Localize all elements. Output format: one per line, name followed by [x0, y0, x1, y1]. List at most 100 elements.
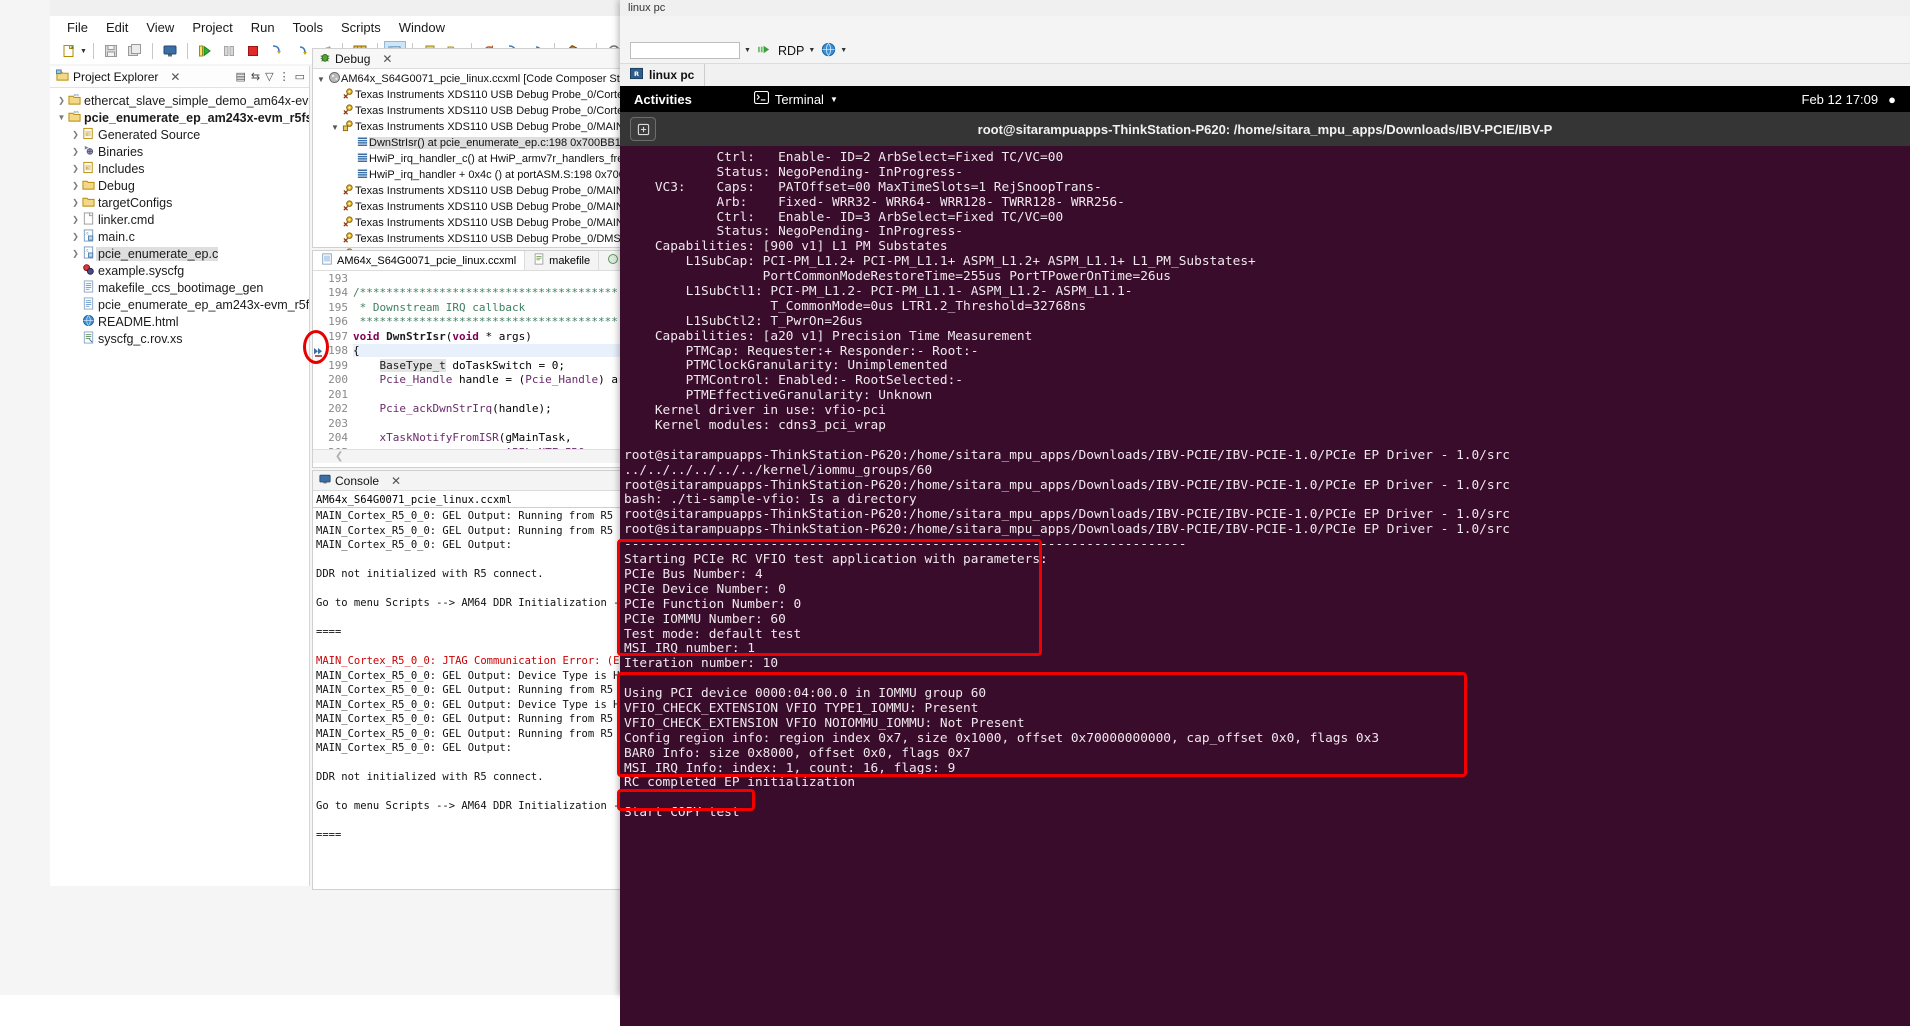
code-line[interactable]: 198 {: [313, 344, 621, 359]
project-explorer-item[interactable]: ❯ ccs ethercat_slave_simple_demo_am64x-evm…: [50, 92, 309, 109]
step-over-icon[interactable]: [290, 41, 312, 61]
debug-tree-item[interactable]: ▼ Texas Instruments XDS110 USB Debug Prob…: [313, 119, 621, 135]
project-explorer-item[interactable]: makefile_ccs_bootimage_gen: [50, 279, 309, 296]
view-menu-icon[interactable]: ⋮: [279, 70, 290, 83]
minimize-icon[interactable]: ▭: [295, 70, 305, 83]
chevron-right-icon[interactable]: ❯: [70, 181, 81, 190]
save-icon[interactable]: [100, 41, 122, 61]
debug-tree-item[interactable]: Texas Instruments XDS110 USB Debug Probe…: [313, 183, 621, 199]
code-line[interactable]: 201: [313, 387, 621, 402]
debug-tree-item[interactable]: HwiP_irq_handler + 0x4c () at portASM.S:…: [313, 167, 621, 183]
chevron-right-icon[interactable]: ❯: [70, 249, 81, 258]
code-line[interactable]: 202 Pcie_ackDwnStrIrq(handle);: [313, 402, 621, 417]
new-file-dropdown-caret-icon[interactable]: ▼: [80, 48, 87, 55]
debug-tree-item[interactable]: Texas Instruments XDS110 USB Debug Probe…: [313, 87, 621, 103]
project-explorer-item[interactable]: ❯ c Generated Source: [50, 126, 309, 143]
debug-tree-item[interactable]: DwnStrIsr() at pcie_enumerate_ep.c:198 0…: [313, 135, 621, 151]
code-line[interactable]: 197 void DwnStrIsr(void * args): [313, 329, 621, 344]
console-output[interactable]: MAIN_Cortex_R5_0_0: GEL Output: Running …: [313, 508, 621, 844]
project-explorer-item[interactable]: ❯ .c main.c: [50, 228, 309, 245]
menu-tools[interactable]: Tools: [284, 18, 332, 37]
chevron-down-icon[interactable]: ▼: [315, 75, 327, 84]
debug-tree-item[interactable]: ▼ AM64x_S64G0071_pcie_linux.ccxml [Code C…: [313, 71, 621, 87]
project-explorer-item[interactable]: ❯ h Includes: [50, 160, 309, 177]
close-icon[interactable]: ✕: [170, 70, 180, 84]
scroll-left-chevron-icon[interactable]: ❮: [335, 451, 343, 462]
code-line[interactable]: 204 xTaskNotifyFromISR(gMainTask,: [313, 431, 621, 446]
menu-edit[interactable]: Edit: [97, 18, 137, 37]
debug-tree-item[interactable]: Texas Instruments XDS110 USB Debug Probe…: [313, 215, 621, 231]
protocol-dropdown-caret-icon[interactable]: ▼: [808, 47, 815, 54]
activities-button[interactable]: Activities: [634, 92, 692, 107]
tab-project-explorer[interactable]: Project Explorer ✕: [56, 68, 180, 85]
globe-dropdown-caret-icon[interactable]: ▼: [840, 47, 847, 54]
editor-source-area[interactable]: 193 194 /*********************************…: [313, 271, 621, 449]
console-icon[interactable]: [159, 41, 181, 61]
chevron-right-icon[interactable]: ❯: [70, 164, 81, 173]
rdp-address-input[interactable]: [630, 42, 740, 59]
link-with-editor-icon[interactable]: ⇆: [251, 70, 260, 83]
chevron-right-icon[interactable]: ❯: [56, 96, 67, 105]
chevron-down-icon[interactable]: ▼: [329, 123, 341, 132]
project-explorer-item[interactable]: pcie_enumerate_ep_am243x-evm_r5fss0-0_fr…: [50, 296, 309, 313]
debug-tree-item[interactable]: Texas Instruments XDS110 USB Debug Probe…: [313, 199, 621, 215]
chevron-right-icon[interactable]: ❯: [70, 198, 81, 207]
tab-ccxml[interactable]: AM64x_S64G0071_pcie_linux.ccxml: [313, 251, 526, 270]
project-explorer-tree[interactable]: ❯ ccs ethercat_slave_simple_demo_am64x-evm…: [50, 88, 309, 347]
debug-tree-item[interactable]: HwiP_irq_handler_c() at HwiP_armv7r_hand…: [313, 151, 621, 167]
menu-file[interactable]: File: [58, 18, 97, 37]
chevron-right-icon[interactable]: ❯: [70, 130, 81, 139]
menu-project[interactable]: Project: [183, 18, 241, 37]
gnome-app-menu[interactable]: Terminal ▼: [753, 90, 838, 107]
menu-scripts[interactable]: Scripts: [332, 18, 390, 37]
view-filter-icon[interactable]: ▽: [265, 70, 273, 83]
new-file-icon[interactable]: [58, 41, 80, 61]
chevron-right-icon[interactable]: ❯: [70, 232, 81, 241]
menu-view[interactable]: View: [137, 18, 183, 37]
globe-icon[interactable]: [821, 42, 836, 60]
project-explorer-item[interactable]: syscfg_c.rov.xs: [50, 330, 309, 347]
app-menu-caret-icon[interactable]: ▼: [830, 95, 838, 104]
project-explorer-item[interactable]: ▼ ccs pcie_enumerate_ep_am243x-evm_r5fss0-…: [50, 109, 309, 126]
code-line[interactable]: 196 ************************************…: [313, 315, 621, 330]
code-line[interactable]: 205 APPL_NTF_IRQ,: [313, 445, 621, 449]
step-into-icon[interactable]: [266, 41, 288, 61]
code-line[interactable]: 195 * Downstream IRQ callback: [313, 300, 621, 315]
rdp-connect-icon[interactable]: [757, 43, 772, 59]
code-line[interactable]: 203: [313, 416, 621, 431]
tab-console[interactable]: Console ✕: [319, 473, 401, 488]
terminate-icon[interactable]: [242, 41, 264, 61]
project-explorer-item[interactable]: ❯ Binaries: [50, 143, 309, 160]
gnome-clock-area[interactable]: Feb 12 17:09 ●: [1802, 92, 1896, 107]
close-icon[interactable]: ✕: [391, 474, 401, 488]
project-explorer-item[interactable]: ❯ linker.cmd: [50, 211, 309, 228]
project-explorer-item[interactable]: README.html: [50, 313, 309, 330]
resume-icon[interactable]: [194, 41, 216, 61]
project-explorer-item[interactable]: ❯ Debug: [50, 177, 309, 194]
debug-stack-tree[interactable]: ▼ AM64x_S64G0071_pcie_linux.ccxml [Code C…: [313, 69, 621, 263]
code-line[interactable]: 194 /************************************…: [313, 286, 621, 301]
rdp-session-tab[interactable]: R linux pc: [620, 64, 706, 86]
code-line[interactable]: 200 Pcie_Handle handle = (Pcie_Handle) a…: [313, 373, 621, 388]
address-dropdown-caret-icon[interactable]: ▼: [744, 47, 751, 54]
chevron-down-icon[interactable]: ▼: [56, 113, 67, 122]
collapse-all-icon[interactable]: ▤: [236, 70, 246, 83]
debug-tree-item[interactable]: Texas Instruments XDS110 USB Debug Probe…: [313, 231, 621, 247]
project-explorer-item[interactable]: example.syscfg: [50, 262, 309, 279]
editor-horizontal-scrollbar[interactable]: ❮: [313, 449, 621, 463]
tab-debug[interactable]: Debug ✕: [319, 51, 392, 66]
tab-makefile[interactable]: makefile: [525, 251, 600, 270]
suspend-icon[interactable]: [218, 41, 240, 61]
chevron-right-icon[interactable]: ❯: [70, 147, 81, 156]
project-explorer-item[interactable]: ❯ .c pcie_enumerate_ep.c: [50, 245, 309, 262]
close-icon[interactable]: ✕: [382, 52, 392, 66]
chevron-right-icon[interactable]: ❯: [70, 215, 81, 224]
save-all-icon[interactable]: [124, 41, 146, 61]
code-line[interactable]: 193: [313, 271, 621, 286]
code-line[interactable]: 199 BaseType_t doTaskSwitch = 0;: [313, 358, 621, 373]
menu-run[interactable]: Run: [242, 18, 284, 37]
terminal-output[interactable]: Ctrl: Enable- ID=2 ArbSelect=Fixed TC/VC…: [620, 146, 1910, 1026]
menu-window[interactable]: Window: [390, 18, 454, 37]
debug-tree-item[interactable]: Texas Instruments XDS110 USB Debug Probe…: [313, 103, 621, 119]
project-explorer-item[interactable]: ❯ targetConfigs: [50, 194, 309, 211]
